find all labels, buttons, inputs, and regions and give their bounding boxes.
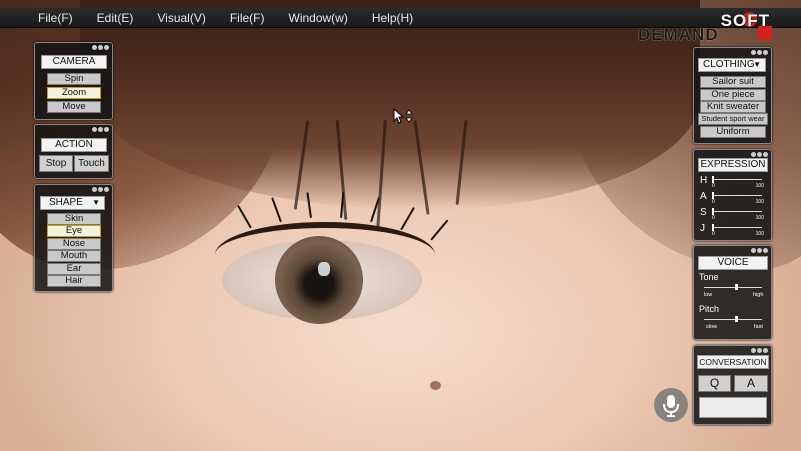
slider-min: 0: [712, 183, 715, 189]
brand-logo: SOFT DEMAND: [638, 11, 788, 44]
slider-min: 0: [712, 199, 715, 205]
menu-visual[interactable]: Visual(V): [157, 11, 205, 25]
eyelash: [430, 219, 449, 241]
pitch-low-label: slow: [706, 324, 718, 330]
pitch-slider-track[interactable]: [704, 319, 762, 320]
dropdown-arrow-icon: ▼: [92, 198, 100, 207]
background-photo: [0, 0, 801, 451]
clothing-panel: CLOTHING ▼ Sailor suit One piece Knit sw…: [693, 47, 772, 144]
eyelash: [271, 197, 282, 223]
pitch-slider-knob[interactable]: [734, 316, 738, 322]
menu-edit[interactable]: Edit(E): [97, 11, 134, 25]
slider-knob[interactable]: [712, 192, 714, 199]
tone-high-label: high: [753, 292, 764, 298]
eyelash: [237, 204, 252, 229]
question-button[interactable]: Q: [698, 375, 731, 392]
answer-button[interactable]: A: [734, 375, 768, 392]
expression-slider-h[interactable]: H 0 100: [698, 175, 766, 189]
window-controls-icon[interactable]: [751, 248, 768, 253]
tone-slider-knob[interactable]: [734, 284, 738, 290]
conversation-title: CONVERSATION: [697, 355, 769, 369]
conversation-panel: CONVERSATION Q A: [693, 345, 772, 425]
menu-help[interactable]: Help(H): [372, 11, 413, 25]
expression-slider-j[interactable]: J 0 100: [698, 223, 766, 237]
clothing-one-piece-button[interactable]: One piece: [700, 89, 766, 101]
expression-slider-a[interactable]: A 0 100: [698, 191, 766, 205]
menu-file-2[interactable]: File(F): [230, 11, 265, 25]
slider-max: 100: [755, 231, 764, 237]
pitch-high-label: fast: [754, 324, 763, 330]
slider-knob[interactable]: [712, 176, 714, 183]
menu-window[interactable]: Window(w): [289, 11, 348, 25]
menu-file[interactable]: File(F): [38, 11, 73, 25]
slider-label: S: [700, 207, 707, 218]
action-panel: ACTION Stop Touch: [34, 124, 113, 179]
logo-top-text: SOFT: [720, 11, 770, 30]
slider-min: 0: [712, 231, 715, 237]
window-controls-icon[interactable]: [751, 348, 768, 353]
shape-skin-button[interactable]: Skin: [47, 213, 101, 225]
slider-max: 100: [755, 199, 764, 205]
camera-zoom-button[interactable]: Zoom: [47, 87, 101, 99]
camera-move-button[interactable]: Move: [47, 101, 101, 113]
slider-min: 0: [712, 215, 715, 221]
shape-nose-button[interactable]: Nose: [47, 238, 101, 250]
pitch-label: Pitch: [699, 304, 720, 314]
voice-panel: VOICE Tone low high Pitch slow fast: [693, 245, 772, 340]
shape-panel: SHAPE ▼ Skin Eye Nose Mouth Ear Hair: [34, 184, 113, 292]
microphone-icon: [663, 395, 679, 417]
shape-ear-button[interactable]: Ear: [47, 263, 101, 275]
slider-track: [712, 227, 762, 228]
clothing-student-sport-wear-button[interactable]: Student sport wear: [698, 113, 768, 125]
eyelash: [400, 206, 415, 231]
window-controls-icon[interactable]: [751, 50, 768, 55]
camera-title: CAMERA: [41, 55, 107, 69]
slider-track: [712, 195, 762, 196]
clothing-dropdown[interactable]: CLOTHING ▼: [698, 58, 766, 72]
slider-label: H: [700, 175, 708, 186]
tone-label: Tone: [699, 272, 719, 282]
shape-mouth-button[interactable]: Mouth: [47, 250, 101, 262]
action-title: ACTION: [41, 138, 107, 152]
slider-label: J: [700, 223, 705, 234]
clothing-title: CLOTHING: [703, 59, 755, 70]
conversation-input[interactable]: [699, 397, 767, 418]
window-controls-icon[interactable]: [92, 187, 109, 192]
clothing-knit-sweater-button[interactable]: Knit sweater: [700, 101, 766, 113]
expression-slider-s[interactable]: S 0 100: [698, 207, 766, 221]
shape-dropdown[interactable]: SHAPE ▼: [40, 196, 105, 210]
clothing-sailor-suit-button[interactable]: Sailor suit: [700, 76, 766, 88]
shape-hair-button[interactable]: Hair: [47, 275, 101, 287]
dropdown-arrow-icon: ▼: [753, 60, 761, 69]
voice-title: VOICE: [698, 256, 768, 270]
action-stop-button[interactable]: Stop: [39, 155, 73, 172]
microphone-button[interactable]: [654, 388, 688, 422]
slider-track: [712, 211, 762, 212]
slider-knob[interactable]: [712, 208, 714, 215]
eyelid: [215, 222, 435, 288]
camera-spin-button[interactable]: Spin: [47, 73, 101, 85]
slider-knob[interactable]: [712, 224, 714, 231]
camera-panel: CAMERA Spin Zoom Move: [34, 42, 113, 120]
window-controls-icon[interactable]: [92, 45, 109, 50]
window-controls-icon[interactable]: [92, 127, 109, 132]
logo-bottom-text: DEMAND: [638, 25, 719, 44]
slider-max: 100: [755, 183, 764, 189]
mole: [430, 381, 441, 390]
shape-eye-button[interactable]: Eye: [47, 225, 101, 237]
clothing-uniform-button[interactable]: Uniform: [700, 126, 766, 138]
expression-panel: EXPRESSION H 0 100 A 0 100 S 0 100 J 0 1…: [693, 149, 772, 241]
window-controls-icon[interactable]: [751, 152, 768, 157]
slider-label: A: [700, 191, 707, 202]
slider-track: [712, 179, 762, 180]
slider-max: 100: [755, 215, 764, 221]
move-cursor-icon: [393, 107, 415, 124]
shape-title: SHAPE: [49, 197, 83, 208]
action-touch-button[interactable]: Touch: [74, 155, 109, 172]
tone-low-label: low: [704, 292, 713, 298]
expression-title: EXPRESSION: [698, 158, 768, 172]
tone-slider-track[interactable]: [704, 287, 762, 288]
